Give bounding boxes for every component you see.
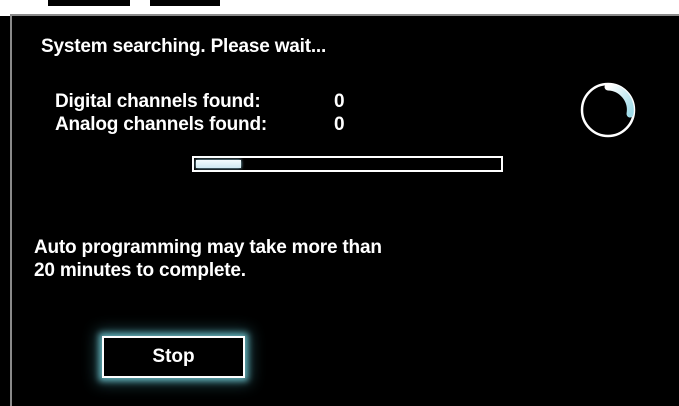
status-title: System searching. Please wait... [41,36,327,57]
stop-button-label: Stop [152,346,195,367]
search-progress-bar [192,156,503,172]
analog-channels-count: 0 [334,114,345,135]
search-progress-fill [196,160,241,168]
digital-channels-count: 0 [334,91,345,112]
search-dialog: System searching. Please wait... Digital… [10,14,679,406]
duration-note-line1: Auto programming may take more than [34,237,382,258]
analog-channels-label: Analog channels found: [55,114,267,135]
loading-spinner-icon [580,82,636,138]
top-strip-tab [48,0,130,6]
duration-note-line2: 20 minutes to complete. [34,260,246,281]
top-strip-tab [150,0,220,6]
stop-button[interactable]: Stop [102,336,245,378]
digital-channels-label: Digital channels found: [55,91,261,112]
